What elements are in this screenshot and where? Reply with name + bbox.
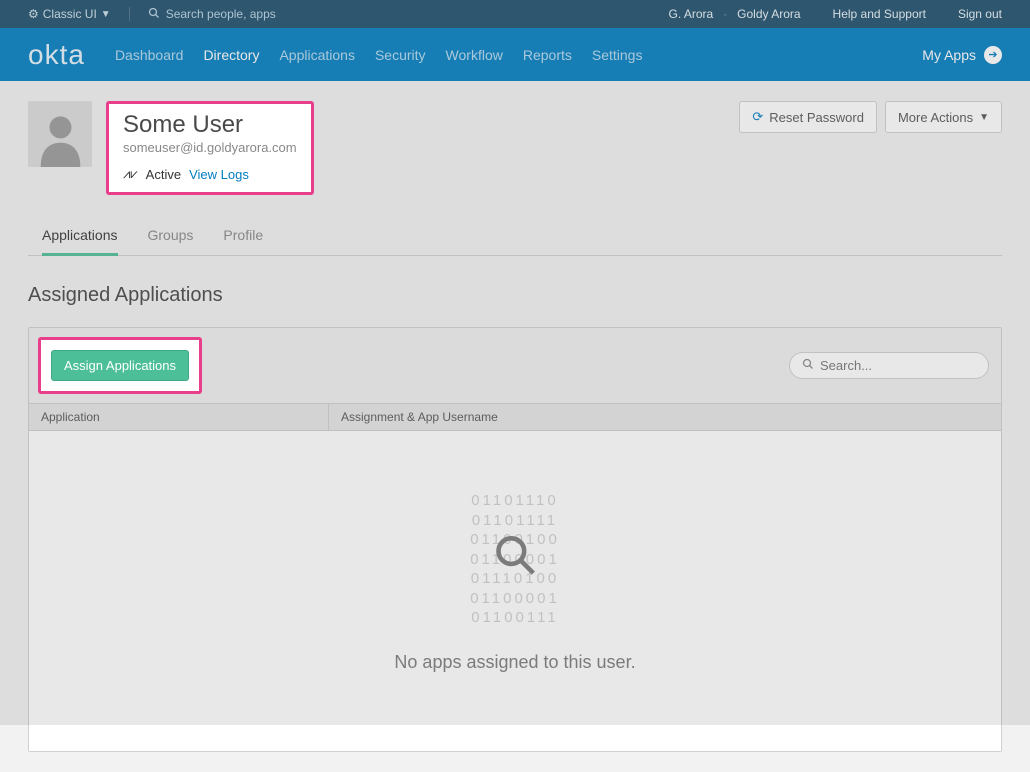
col-application: Application <box>29 404 329 430</box>
global-search[interactable]: Search people, apps <box>148 7 276 22</box>
tab-groups[interactable]: Groups <box>148 217 194 255</box>
nav-reports[interactable]: Reports <box>523 47 572 63</box>
user-name: Some User <box>123 112 297 138</box>
col-assignment: Assignment & App Username <box>329 404 1001 430</box>
assign-applications-button[interactable]: Assign Applications <box>51 350 189 381</box>
gear-icon: ⚙ <box>28 7 39 21</box>
user-info-card: Some User someuser@id.goldyarora.com ⩘⩗ … <box>106 101 314 195</box>
reset-password-button[interactable]: ⟳ Reset Password <box>739 101 877 133</box>
nav-directory[interactable]: Directory <box>203 47 259 63</box>
user-email: someuser@id.goldyarora.com <box>123 140 297 155</box>
separator: · <box>723 7 727 21</box>
reset-password-label: Reset Password <box>769 110 864 125</box>
divider <box>129 7 130 21</box>
ui-mode-label: Classic UI <box>43 7 97 21</box>
status-label: Active <box>146 167 181 182</box>
main-nav: okta Dashboard Directory Applications Se… <box>0 28 1030 81</box>
top-utility-bar: ⚙ Classic UI ▼ Search people, apps G. Ar… <box>0 0 1030 28</box>
nav-settings[interactable]: Settings <box>592 47 643 63</box>
assign-highlight: Assign Applications <box>38 337 202 394</box>
table-header: Application Assignment & App Username <box>29 403 1001 431</box>
assigned-apps-panel: Assign Applications Application Assignme… <box>28 327 1002 752</box>
nav-security[interactable]: Security <box>375 47 426 63</box>
caret-down-icon: ▼ <box>101 9 111 20</box>
my-apps-link[interactable]: My Apps ➔ <box>922 46 1002 64</box>
account-short-link[interactable]: G. Arora <box>668 7 713 21</box>
ui-mode-switcher[interactable]: ⚙ Classic UI ▼ <box>28 7 111 21</box>
nav-workflow[interactable]: Workflow <box>446 47 503 63</box>
empty-state: 01101110 01101111 01100100 01100001 0111… <box>29 431 1001 751</box>
pulse-icon: ⩘⩗ <box>123 167 138 182</box>
account-full-link[interactable]: Goldy Arora <box>737 7 800 21</box>
my-apps-label: My Apps <box>922 47 976 63</box>
okta-logo[interactable]: okta <box>28 39 85 71</box>
more-actions-button[interactable]: More Actions ▼ <box>885 101 1002 133</box>
app-search[interactable] <box>789 352 989 379</box>
person-icon <box>38 112 83 167</box>
section-title: Assigned Applications <box>28 284 1002 307</box>
avatar <box>28 101 92 167</box>
user-tabs: Applications Groups Profile <box>28 217 1002 256</box>
search-icon <box>802 358 814 373</box>
more-actions-label: More Actions <box>898 110 973 125</box>
caret-down-icon: ▼ <box>979 112 989 123</box>
magnify-icon <box>493 532 537 582</box>
nav-dashboard[interactable]: Dashboard <box>115 47 184 63</box>
view-logs-link[interactable]: View Logs <box>189 167 249 182</box>
empty-message: No apps assigned to this user. <box>394 652 635 673</box>
refresh-icon: ⟳ <box>752 109 763 125</box>
arrow-right-icon: ➔ <box>984 46 1002 64</box>
tab-applications[interactable]: Applications <box>42 217 118 256</box>
help-link[interactable]: Help and Support <box>833 7 926 21</box>
nav-items: Dashboard Directory Applications Securit… <box>115 47 643 63</box>
tab-profile[interactable]: Profile <box>223 217 263 255</box>
user-header: Some User someuser@id.goldyarora.com ⩘⩗ … <box>28 101 1002 195</box>
search-placeholder-text: Search people, apps <box>166 7 276 21</box>
binary-art: 01101110 01101111 01100100 01100001 0111… <box>470 491 560 628</box>
nav-applications[interactable]: Applications <box>279 47 355 63</box>
app-search-input[interactable] <box>820 358 976 373</box>
search-icon <box>148 7 160 22</box>
signout-link[interactable]: Sign out <box>958 7 1002 21</box>
